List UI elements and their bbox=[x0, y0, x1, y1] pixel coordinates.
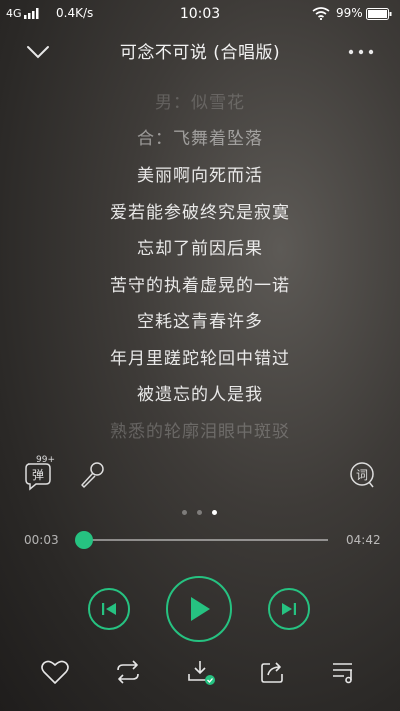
heart-icon[interactable] bbox=[40, 658, 70, 686]
battery-icon bbox=[366, 8, 392, 20]
playlist-icon[interactable] bbox=[330, 658, 360, 686]
page-dot[interactable] bbox=[182, 510, 187, 515]
lyric-line: 被遗忘的人是我 bbox=[137, 385, 263, 405]
page-dot[interactable] bbox=[197, 510, 202, 515]
lyric-label: 词 bbox=[356, 468, 368, 482]
lyric-line: 苦守的执着虚晃的一诺 bbox=[110, 276, 290, 296]
repeat-icon[interactable] bbox=[113, 658, 143, 686]
play-icon bbox=[191, 597, 210, 621]
page-dot-active[interactable] bbox=[212, 510, 217, 515]
lyric-line: 熟悉的轮廓泪眼中斑驳 bbox=[110, 422, 290, 442]
download-icon[interactable] bbox=[186, 658, 216, 686]
danmu-label: 弹 bbox=[32, 468, 44, 482]
progress-track[interactable] bbox=[84, 539, 328, 541]
danmu-button[interactable]: 弹 bbox=[22, 458, 56, 492]
next-button[interactable] bbox=[268, 588, 310, 630]
more-dots-icon[interactable] bbox=[344, 40, 378, 64]
wifi-icon bbox=[312, 7, 330, 20]
lyric-line: 合：飞舞着坠落 bbox=[137, 129, 263, 149]
lyric-button[interactable]: 词 bbox=[346, 458, 380, 492]
page-title: 可念不可说 (合唱版) bbox=[119, 43, 281, 63]
status-bar: 4G 0.4K/s 10:03 99% bbox=[0, 0, 400, 28]
lyric-bubble-icon: 词 bbox=[350, 462, 374, 488]
skip-previous-icon bbox=[102, 603, 116, 615]
lyrics-panel[interactable]: 男：似雪花 合：飞舞着坠落 美丽啊向死而活 爱若能参破终究是寂寞 忘却了前因后果… bbox=[0, 86, 400, 446]
skip-next-icon bbox=[282, 603, 296, 615]
play-button[interactable] bbox=[166, 576, 232, 642]
lyric-line: 爱若能参破终究是寂寞 bbox=[110, 203, 290, 223]
current-time: 00:03 bbox=[24, 533, 59, 547]
danmu-bubble-icon: 弹 bbox=[25, 463, 51, 491]
progress-thumb[interactable] bbox=[75, 531, 93, 549]
battery-percent: 99% bbox=[336, 6, 363, 20]
lyric-line: 年月里蹉跎轮回中错过 bbox=[110, 349, 290, 369]
karaoke-button[interactable] bbox=[76, 458, 110, 492]
lyric-line: 男：似雪花 bbox=[155, 93, 245, 113]
microphone-icon bbox=[81, 462, 104, 488]
lyric-line: 空耗这青春许多 bbox=[137, 312, 263, 332]
lyric-line: 忘却了前因后果 bbox=[137, 239, 263, 259]
previous-button[interactable] bbox=[88, 588, 130, 630]
lyric-line: 美丽啊向死而活 bbox=[137, 166, 263, 186]
total-time: 04:42 bbox=[346, 533, 381, 547]
share-icon[interactable] bbox=[258, 658, 288, 686]
